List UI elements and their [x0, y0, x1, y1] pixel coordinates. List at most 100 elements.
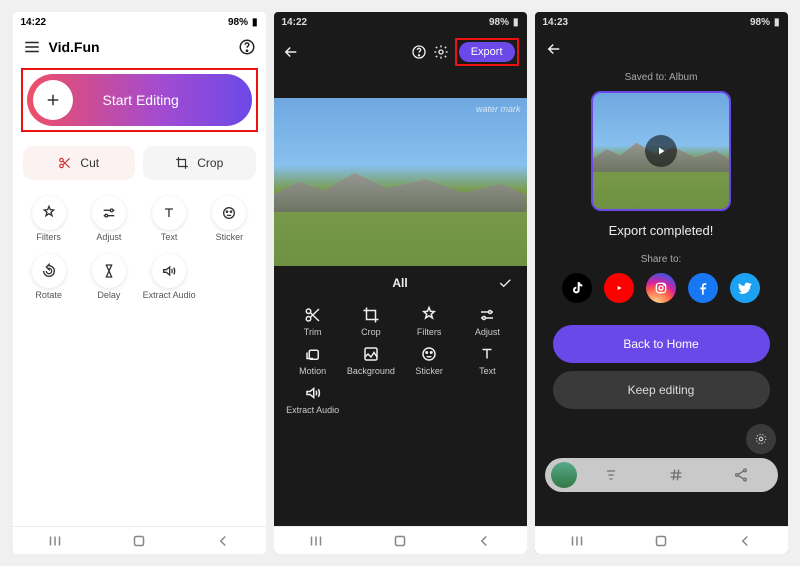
- tool-adjust[interactable]: Adjust: [458, 306, 516, 337]
- text-icon: [152, 196, 186, 230]
- crop-label: Crop: [197, 156, 223, 170]
- tool-label: Crop: [361, 327, 381, 337]
- back-icon[interactable]: [282, 43, 300, 61]
- action-edit[interactable]: [581, 467, 642, 483]
- export-button[interactable]: Export: [459, 42, 515, 62]
- tab-all[interactable]: All: [392, 276, 407, 290]
- tool-text[interactable]: Text: [139, 192, 199, 246]
- plus-icon: [33, 80, 73, 120]
- screen-export-done: 14:23 98%▮ Saved to: Album Export comple…: [535, 12, 788, 554]
- keep-editing-button[interactable]: Keep editing: [553, 371, 770, 409]
- help-icon[interactable]: [238, 38, 256, 56]
- tool-label: Adjust: [96, 232, 121, 242]
- video-thumbnail[interactable]: [591, 91, 731, 211]
- rotate-icon: [32, 254, 66, 288]
- cut-button[interactable]: Cut: [23, 146, 136, 180]
- tool-text[interactable]: Text: [458, 345, 516, 376]
- status-bar: 14:22 98%▮: [13, 12, 266, 32]
- back-icon[interactable]: [545, 40, 563, 58]
- status-time: 14:23: [543, 17, 569, 28]
- tool-label: Sticker: [216, 232, 244, 242]
- tool-adjust[interactable]: Adjust: [79, 192, 139, 246]
- status-time: 14:22: [282, 17, 308, 28]
- video-preview[interactable]: water mark: [274, 98, 527, 266]
- tool-sticker[interactable]: Sticker: [400, 345, 458, 376]
- tool-extract-audio[interactable]: Extract Audio: [139, 250, 199, 304]
- share-youtube[interactable]: [604, 273, 634, 303]
- export-label: Export: [471, 46, 503, 58]
- tool-label: Sticker: [415, 366, 443, 376]
- tool-motion[interactable]: Motion: [284, 345, 342, 376]
- nav-back-icon[interactable]: [475, 532, 493, 550]
- android-nav: [13, 526, 266, 554]
- share-twitter[interactable]: [730, 273, 760, 303]
- status-battery: 98%: [228, 17, 248, 28]
- quick-actions: Cut Crop: [13, 138, 266, 188]
- cut-label: Cut: [80, 156, 99, 170]
- back-to-home-button[interactable]: Back to Home: [553, 325, 770, 363]
- tool-extract-audio[interactable]: Extract Audio: [284, 384, 342, 415]
- help-icon[interactable]: [411, 44, 427, 60]
- confirm-icon[interactable]: [497, 275, 513, 291]
- nav-home-icon[interactable]: [130, 532, 148, 550]
- bottom-actions: [545, 458, 778, 492]
- export-highlight: Export: [455, 38, 519, 66]
- tool-background[interactable]: Background: [342, 345, 400, 376]
- play-icon: [645, 135, 677, 167]
- btn-label: Keep editing: [628, 383, 695, 397]
- tool-grid: Filters Adjust Text Sticker Rotate Delay…: [13, 188, 266, 308]
- tool-label: Filters: [36, 232, 61, 242]
- status-battery: 98%: [489, 17, 509, 28]
- status-time: 14:22: [21, 17, 47, 28]
- tool-label: Background: [347, 366, 395, 376]
- export-completed-text: Export completed!: [535, 223, 788, 238]
- screen-editor: 14:22 98%▮ Export water mark All Trim Cr…: [274, 12, 527, 554]
- preview-content: [274, 169, 527, 213]
- action-hashtag[interactable]: [646, 467, 707, 483]
- menu-icon[interactable]: [23, 38, 41, 56]
- nav-home-icon[interactable]: [391, 532, 409, 550]
- nav-recent-icon[interactable]: [307, 532, 325, 550]
- nav-back-icon[interactable]: [214, 532, 232, 550]
- filters-icon: [32, 196, 66, 230]
- fab-button[interactable]: [746, 424, 776, 454]
- tool-filters[interactable]: Filters: [400, 306, 458, 337]
- action-share[interactable]: [711, 467, 772, 483]
- share-tiktok[interactable]: [562, 273, 592, 303]
- tool-label: Delay: [97, 290, 120, 300]
- tool-sticker[interactable]: Sticker: [199, 192, 259, 246]
- status-bar: 14:22 98%▮: [274, 12, 527, 32]
- action-thumbnail[interactable]: [551, 462, 577, 488]
- tool-trim[interactable]: Trim: [284, 306, 342, 337]
- nav-recent-icon[interactable]: [46, 532, 64, 550]
- share-facebook[interactable]: [688, 273, 718, 303]
- settings-icon[interactable]: [433, 44, 449, 60]
- export-header: [535, 32, 788, 66]
- editor-header: Export: [274, 32, 527, 72]
- crop-button[interactable]: Crop: [143, 146, 256, 180]
- status-battery: 98%: [750, 17, 770, 28]
- tool-label: Adjust: [475, 327, 500, 337]
- tool-label: Extract Audio: [286, 405, 339, 415]
- tool-crop[interactable]: Crop: [342, 306, 400, 337]
- share-row: [535, 273, 788, 303]
- start-editing-button[interactable]: Start Editing: [27, 74, 252, 126]
- nav-back-icon[interactable]: [736, 532, 754, 550]
- category-tabs: All: [274, 266, 527, 300]
- audio-icon: [152, 254, 186, 288]
- sticker-icon: [212, 196, 246, 230]
- tool-rotate[interactable]: Rotate: [19, 250, 79, 304]
- tool-label: Rotate: [35, 290, 62, 300]
- tool-delay[interactable]: Delay: [79, 250, 139, 304]
- app-header: Vid.Fun: [13, 32, 266, 62]
- nav-recent-icon[interactable]: [568, 532, 586, 550]
- tool-filters[interactable]: Filters: [19, 192, 79, 246]
- nav-home-icon[interactable]: [652, 532, 670, 550]
- share-label: Share to:: [535, 254, 788, 265]
- delay-icon: [92, 254, 126, 288]
- share-instagram[interactable]: [646, 273, 676, 303]
- app-title: Vid.Fun: [49, 39, 230, 55]
- adjust-icon: [92, 196, 126, 230]
- status-bar: 14:23 98%▮: [535, 12, 788, 32]
- editor-tools: Trim Crop Filters Adjust Motion Backgrou…: [274, 300, 527, 425]
